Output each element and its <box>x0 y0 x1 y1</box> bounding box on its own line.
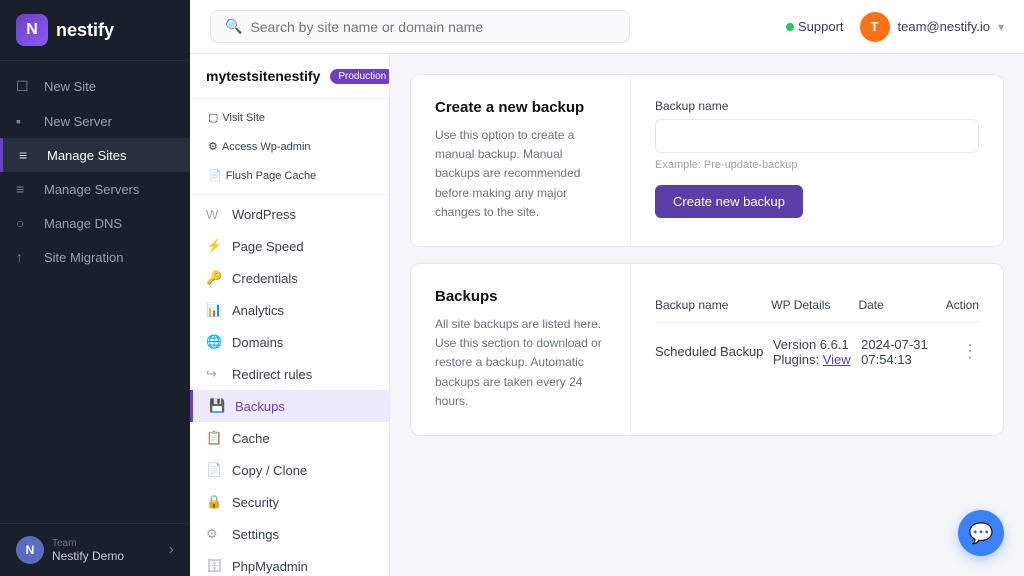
main-area: 🔍 Support T team@nestify.io ▾ mytestsite… <box>190 0 1024 576</box>
backup-name-label: Backup name <box>655 99 979 113</box>
redirect-icon: ↪ <box>206 366 222 382</box>
settings-icon: ⚙ <box>206 526 222 542</box>
wordpress-icon: W <box>206 207 222 222</box>
left-nav-item-phpmyadmin[interactable]: 🗄 PhpMyadmin <box>190 550 389 576</box>
domains-icon: 🌐 <box>206 334 222 350</box>
chat-button[interactable]: 💬 <box>958 510 1004 556</box>
sidebar: N nestify ☐ New Site ▪ New Server ≡ Mana… <box>0 0 190 576</box>
user-menu[interactable]: T team@nestify.io ▾ <box>860 12 1004 42</box>
site-header: mytestsitenestify Production <box>190 54 389 99</box>
sidebar-logo: N nestify <box>0 0 190 61</box>
topbar: 🔍 Support T team@nestify.io ▾ <box>190 0 1024 54</box>
sidebar-item-site-migration[interactable]: ↑ Site Migration <box>0 240 190 274</box>
user-email: team@nestify.io <box>898 19 990 34</box>
flush-page-cache-button[interactable]: 📄 Flush Page Cache <box>202 165 322 186</box>
chevron-right-icon[interactable]: › <box>169 541 174 559</box>
plus-icon: ☐ <box>16 78 34 95</box>
visit-site-icon: ▢ <box>208 111 218 124</box>
site-name: mytestsitenestify <box>206 68 320 84</box>
production-badge: Production <box>330 69 390 84</box>
support-link[interactable]: Support <box>786 19 844 34</box>
sidebar-item-manage-dns[interactable]: ○ Manage DNS <box>0 206 190 240</box>
left-nav-item-redirect-rules[interactable]: ↪ Redirect rules <box>190 358 389 390</box>
credentials-icon: 🔑 <box>206 270 222 286</box>
col-wp-details: WP Details <box>771 298 858 312</box>
sidebar-nav: ☐ New Site ▪ New Server ≡ Manage Sites ≡… <box>0 61 190 523</box>
sidebar-item-manage-sites[interactable]: ≡ Manage Sites <box>0 138 190 172</box>
cache-icon: 📋 <box>206 430 222 446</box>
left-nav-item-wordpress[interactable]: W WordPress <box>190 199 389 230</box>
left-nav-item-settings[interactable]: ⚙ Settings <box>190 518 389 550</box>
backups-list-card: Backups All site backups are listed here… <box>410 263 1004 436</box>
flush-icon: 📄 <box>208 169 222 182</box>
backups-title: Backups <box>435 288 606 305</box>
col-backup-name: Backup name <box>655 298 771 312</box>
search-input[interactable] <box>250 19 615 35</box>
col-date: Date <box>858 298 945 312</box>
left-nav-item-credentials[interactable]: 🔑 Credentials <box>190 262 389 294</box>
backups-table: Backup name WP Details Date Action Sched… <box>655 288 979 382</box>
create-backup-card: Create a new backup Use this option to c… <box>410 74 1004 247</box>
migration-icon: ↑ <box>16 249 34 265</box>
wp-admin-icon: ⚙ <box>208 140 218 153</box>
phpmyadmin-icon: 🗄 <box>206 558 222 574</box>
search-bar[interactable]: 🔍 <box>210 10 630 43</box>
left-nav-item-analytics[interactable]: 📊 Analytics <box>190 294 389 326</box>
backups-icon: 💾 <box>209 398 225 414</box>
left-nav-item-page-speed[interactable]: ⚡ Page Speed <box>190 230 389 262</box>
backups-desc: All site backups are listed here. Use th… <box>435 315 606 411</box>
logo-icon: N <box>16 14 48 46</box>
user-avatar: T <box>860 12 890 42</box>
left-nav: W WordPress ⚡ Page Speed 🔑 Credentials 📊… <box>190 195 389 576</box>
content-area: mytestsitenestify Production ▢ Visit Sit… <box>190 54 1024 576</box>
left-nav-item-domains[interactable]: 🌐 Domains <box>190 326 389 358</box>
security-icon: 🔒 <box>206 494 222 510</box>
row-action-menu-button[interactable]: ⋮ <box>950 341 979 362</box>
support-status-dot <box>786 23 794 31</box>
cell-backup-name: Scheduled Backup <box>655 344 773 359</box>
site-actions: ▢ Visit Site ⚙ Access Wp-admin 📄 Flush P… <box>190 99 389 195</box>
backup-name-input[interactable] <box>655 119 979 153</box>
col-action: Action <box>946 298 979 312</box>
sidebar-item-new-server[interactable]: ▪ New Server <box>0 104 190 138</box>
right-panel: Create a new backup Use this option to c… <box>390 54 1024 576</box>
logo-text: nestify <box>56 20 114 41</box>
analytics-icon: 📊 <box>206 302 222 318</box>
create-backup-button[interactable]: Create new backup <box>655 185 803 218</box>
sidebar-item-manage-servers[interactable]: ≡ Manage Servers <box>0 172 190 206</box>
access-wp-admin-button[interactable]: ⚙ Access Wp-admin <box>202 136 317 157</box>
left-panel: mytestsitenestify Production ▢ Visit Sit… <box>190 54 390 576</box>
left-nav-item-backups[interactable]: 💾 Backups <box>190 390 389 422</box>
sidebar-footer: N Team Nestify Demo › <box>0 523 190 576</box>
chat-icon: 💬 <box>969 521 994 546</box>
create-backup-desc: Use this option to create a manual backu… <box>435 126 606 222</box>
table-header: Backup name WP Details Date Action <box>655 288 979 323</box>
server-icon: ▪ <box>16 113 34 129</box>
copy-clone-icon: 📄 <box>206 462 222 478</box>
dns-icon: ○ <box>16 215 34 231</box>
footer-team-name: Nestify Demo <box>52 549 169 563</box>
cell-wp-details: Version 6.6.1 Plugins: View <box>773 337 861 367</box>
sites-icon: ≡ <box>19 147 37 163</box>
wp-plugins: Plugins: View <box>773 352 861 367</box>
cell-date: 2024-07-31 07:54:13 <box>861 337 949 367</box>
backup-name-hint: Example: Pre-update-backup <box>655 159 979 171</box>
create-backup-title: Create a new backup <box>435 99 606 116</box>
visit-site-button[interactable]: ▢ Visit Site <box>202 107 271 128</box>
plugins-view-link[interactable]: View <box>823 352 851 367</box>
wp-version: Version 6.6.1 <box>773 337 861 352</box>
left-nav-item-security[interactable]: 🔒 Security <box>190 486 389 518</box>
left-nav-item-cache[interactable]: 📋 Cache <box>190 422 389 454</box>
table-row: Scheduled Backup Version 6.6.1 Plugins: … <box>655 323 979 382</box>
footer-team-label: Team <box>52 538 169 549</box>
servers-icon: ≡ <box>16 181 34 197</box>
avatar: N <box>16 536 44 564</box>
sidebar-item-new-site[interactable]: ☐ New Site <box>0 69 190 104</box>
left-nav-item-copy-clone[interactable]: 📄 Copy / Clone <box>190 454 389 486</box>
chevron-down-icon: ▾ <box>998 20 1004 34</box>
page-speed-icon: ⚡ <box>206 238 222 254</box>
search-icon: 🔍 <box>225 18 242 35</box>
